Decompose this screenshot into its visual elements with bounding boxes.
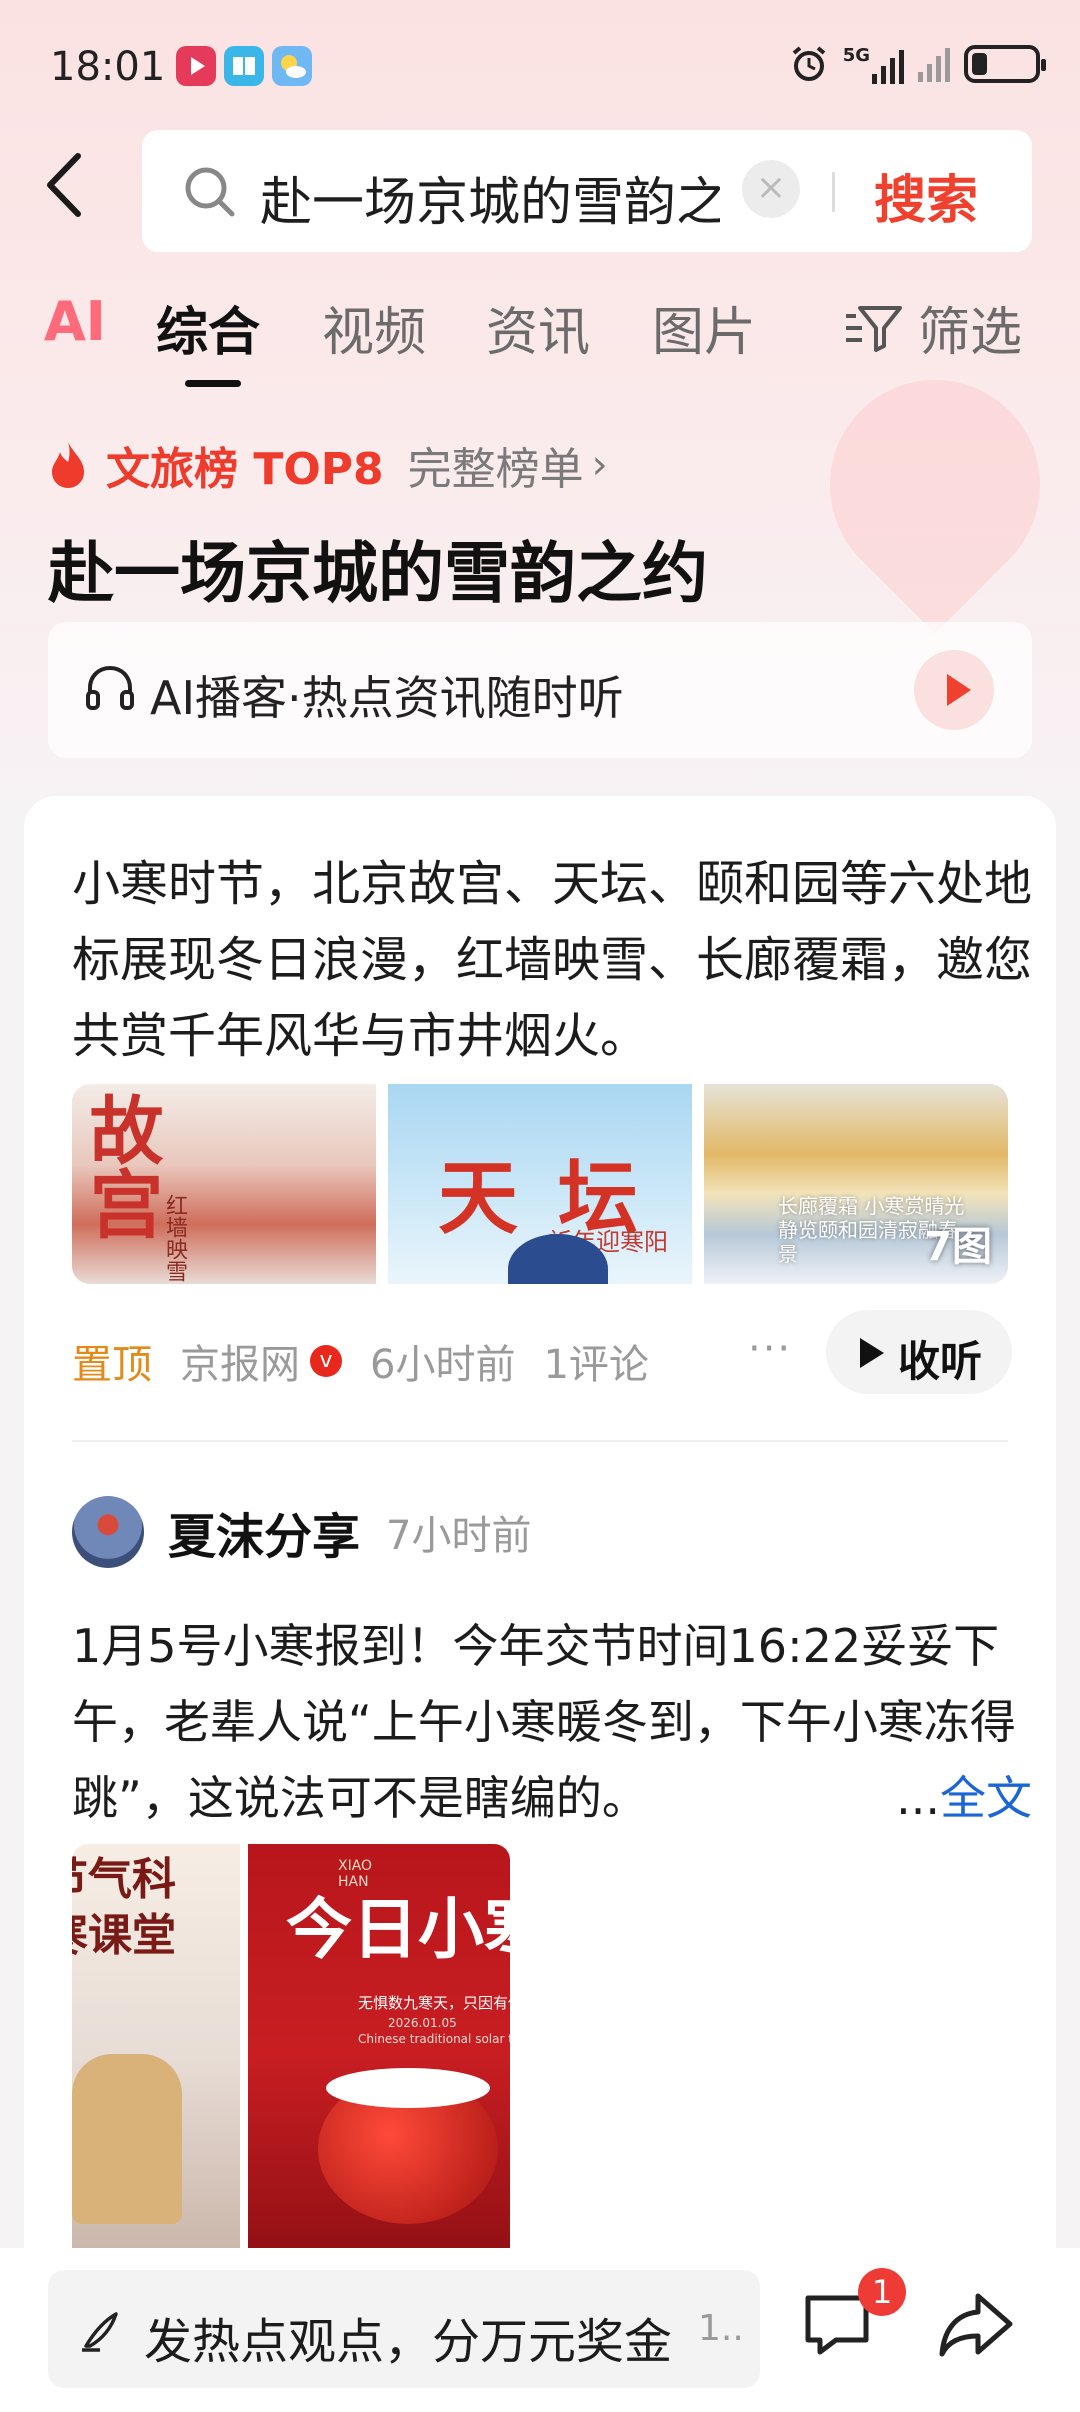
tab-news[interactable]: 资讯 [486, 290, 590, 365]
comment-count-badge: 1 [858, 2268, 906, 2316]
video-app-icon [176, 46, 216, 86]
avatar[interactable] [72, 1496, 144, 1568]
headphones-icon [86, 665, 134, 710]
book-app-icon [224, 46, 264, 86]
weather-app-icon [272, 46, 312, 86]
image-subcaption: 无惧数九寒天，只因有你陪伴 [358, 1994, 510, 2012]
image-english-caption: Chinese traditional solar term [358, 2032, 510, 2046]
post-text[interactable]: 1月5号小寒报到！今年交节时间16:22妥妥下午，老辈人说“上午小寒暖冬到，下午… [72, 1608, 1032, 1836]
bottom-bar: 发热点观点，分万元奖金 1.. 1 [0, 2248, 1080, 2412]
status-icons: 5G [789, 44, 1046, 84]
scholar-figure-shape [72, 2054, 182, 2224]
search-bar[interactable]: 赴一场京城的雪韵之约 × 搜索 [142, 130, 1032, 252]
post-image-grid[interactable]: 节气科 寒课堂 XIAO HAN 今日小寒 无惧数九寒天，只因有你陪伴 2026… [72, 1844, 512, 2264]
listen-button[interactable]: 收听 [826, 1310, 1012, 1394]
filter-button[interactable]: 筛选 [844, 290, 1022, 365]
tab-general[interactable]: 综合 [156, 290, 260, 365]
clear-search-button[interactable]: × [742, 160, 800, 218]
image-count: 7图 [924, 1224, 992, 1270]
post-time: 7小时前 [386, 1513, 532, 1559]
podcast-text: AI播客·热点资讯随时听 [150, 671, 624, 725]
more-options-icon[interactable]: ··· [748, 1326, 792, 1372]
full-ranking-link[interactable]: 完整榜单 [408, 433, 584, 497]
ranking-label: 文旅榜 TOP8 [106, 444, 384, 495]
article-time: 6小时前 [370, 1342, 516, 1388]
lantern-shape [318, 2068, 498, 2224]
filter-icon [846, 305, 902, 352]
filter-label: 筛选 [918, 303, 1023, 363]
article-image-summer-palace[interactable]: 长廊覆霜 小寒赏晴光 静览颐和园清寂融春景 7图 [704, 1084, 1008, 1284]
post-image-classroom[interactable]: 节气科 寒课堂 [72, 1844, 240, 2264]
fire-icon [52, 442, 84, 488]
battery-level [972, 53, 987, 75]
post-body: 1月5号小寒报到！今年交节时间16:22妥妥下午，老辈人说“上午小寒暖冬到，下午… [72, 1619, 1016, 1825]
listen-label: 收听 [898, 1337, 983, 1386]
image-caption: 节气科 寒课堂 [72, 1854, 176, 1961]
comment-placeholder: 发热点观点，分万元奖金 [144, 2314, 673, 2370]
image-caption: 今日小寒 [286, 1891, 510, 1968]
tab-video[interactable]: 视频 [322, 290, 426, 365]
comment-input[interactable]: 发热点观点，分万元奖金 1.. [48, 2270, 760, 2388]
search-icon [185, 167, 235, 217]
comment-truncation: 1.. [698, 2308, 744, 2349]
article-source[interactable]: 京报网 [180, 1332, 300, 1390]
post-header[interactable]: 夏沫分享 7小时前 [72, 1492, 531, 1572]
results-card: 小寒时节，北京故宫、天坛、颐和园等六处地标展现冬日浪漫，红墙映雪、长廊覆霜，邀您… [24, 796, 1056, 2296]
article-summary[interactable]: 小寒时节，北京故宫、天坛、颐和园等六处地标展现冬日浪漫，红墙映雪、长廊覆霜，邀您… [72, 846, 1032, 1074]
active-tab-indicator [185, 380, 241, 387]
expand-full-text[interactable]: ...全文 [880, 1760, 1032, 1836]
back-button[interactable] [40, 150, 100, 230]
signal-secondary-icon [918, 46, 950, 82]
article-image-temple-of-heaven[interactable]: 天坛 祈年迎寒阳 [388, 1084, 692, 1284]
status-bar: 18:01 5G [0, 30, 1080, 110]
article-comments[interactable]: 1评论 [543, 1332, 648, 1390]
signal-5g-icon: 5G [843, 45, 904, 84]
ellipsis: ... [896, 1771, 940, 1825]
ranking-row[interactable]: 文旅榜 TOP8 完整榜单 › [48, 435, 608, 495]
alarm-icon [792, 46, 825, 81]
tab-ai[interactable]: AI [44, 290, 106, 353]
battery-icon [964, 45, 1046, 83]
status-time: 18:01 [50, 44, 166, 90]
result-tabs: AI 综合 视频 资讯 图片 筛选 [0, 290, 1080, 390]
search-divider [832, 172, 835, 212]
play-icon [860, 1338, 884, 1368]
podcast-play-button[interactable] [914, 650, 994, 730]
search-button[interactable]: 搜索 [874, 158, 978, 233]
chevron-right-icon: › [591, 442, 608, 488]
ai-podcast-bar[interactable]: AI播客·热点资讯随时听 [48, 622, 1032, 758]
pen-icon [82, 2312, 118, 2352]
tab-images[interactable]: 图片 [652, 290, 756, 365]
share-icon[interactable] [938, 2290, 1014, 2360]
image-caption-small: 红墙映雪 [162, 1194, 187, 1282]
verified-badge-icon: v [310, 1345, 342, 1377]
article-image-forbidden-city[interactable]: 故宫 红墙映雪 [72, 1084, 376, 1284]
article-meta: 置顶 京报网 v 6小时前 1评论 [72, 1316, 649, 1406]
pinned-tag: 置顶 [72, 1342, 152, 1388]
search-input[interactable]: 赴一场京城的雪韵之约 [260, 160, 720, 235]
image-caption-big: 故宫 [77, 1092, 163, 1240]
full-text-link[interactable]: 全文 [940, 1771, 1032, 1825]
post-image-xiaohan[interactable]: XIAO HAN 今日小寒 无惧数九寒天，只因有你陪伴 2026.01.05 C… [248, 1844, 510, 2264]
article-image-strip[interactable]: 故宫 红墙映雪 天坛 祈年迎寒阳 长廊覆霜 小寒赏晴光 静览颐和园清寂融春景 7… [72, 1084, 1008, 1284]
image-date: 2026.01.05 [388, 2016, 457, 2030]
divider [72, 1440, 1008, 1442]
topic-title: 赴一场京城的雪韵之约 [48, 535, 708, 612]
chevron-left-icon [47, 153, 81, 217]
post-author[interactable]: 夏沫分享 [168, 1497, 360, 1567]
